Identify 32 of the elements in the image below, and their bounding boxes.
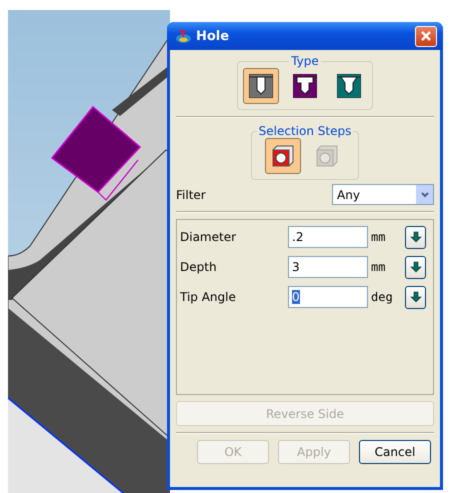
face-select-icon (314, 144, 339, 168)
dialog-button[interactable]: Cancel (359, 440, 431, 464)
app-logo-icon (175, 28, 192, 44)
options-button[interactable] (405, 226, 426, 248)
arrow-down-icon (410, 261, 422, 273)
face-select-icon (270, 144, 295, 168)
unit-label: mm (370, 260, 386, 274)
filter-label: Filter (176, 188, 206, 202)
hole-icon (337, 74, 361, 98)
chevron-down-icon (420, 190, 430, 200)
group-label: Type (290, 54, 320, 68)
parameter-label: Diameter (180, 230, 238, 244)
hole-type-button[interactable] (243, 68, 279, 104)
group-label: Selection Steps (258, 124, 352, 138)
options-button[interactable] (405, 286, 426, 308)
hole-icon (293, 74, 317, 98)
parameter-input-field[interactable]: 0 (288, 286, 368, 308)
window-title: Hole (196, 28, 230, 44)
filter-dropdown[interactable]: Any (332, 184, 434, 205)
arrow-down-icon (410, 231, 422, 243)
parameter-label: Tip Angle (180, 290, 237, 304)
close-icon (420, 30, 432, 42)
hole-icon (249, 74, 273, 98)
arrow-down-icon (410, 291, 422, 303)
parameter-label: Depth (180, 260, 218, 274)
unit-label: mm (370, 230, 386, 244)
parameter-input-field[interactable]: .2 (288, 226, 368, 248)
close-button[interactable] (415, 26, 437, 46)
unit-label: deg (370, 290, 394, 304)
options-button[interactable] (405, 256, 426, 278)
selection-step-button[interactable] (264, 138, 301, 174)
parameter-input-field[interactable]: 3 (288, 256, 368, 278)
